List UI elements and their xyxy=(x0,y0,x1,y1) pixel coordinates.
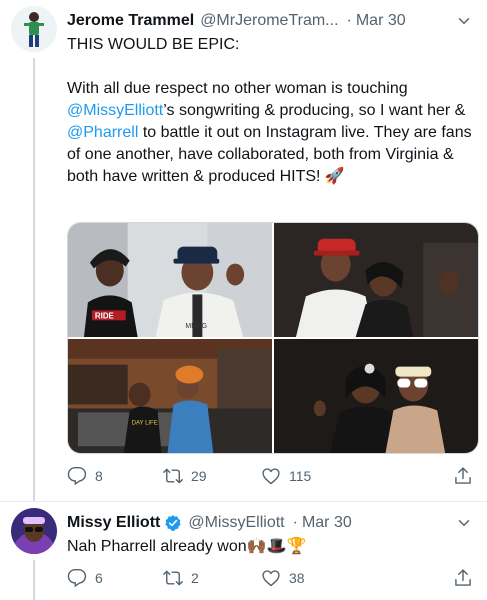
tweet-jerome-trammel[interactable]: Jerome Trammel @MrJeromeTram... · Mar 30… xyxy=(0,0,487,502)
photo-1-shirt-text-right: MMAG xyxy=(185,323,207,330)
tweet-actions: 6 2 38 xyxy=(67,566,475,590)
retweet-icon xyxy=(163,570,183,586)
photo-3-shirt-text: DAY LIFE xyxy=(132,420,158,426)
retweet-count: 2 xyxy=(191,570,199,586)
like-count: 115 xyxy=(289,468,312,484)
reply-count: 8 xyxy=(95,468,103,484)
like-icon xyxy=(262,570,280,587)
retweet-button[interactable]: 29 xyxy=(163,466,207,486)
timestamp[interactable]: Mar 30 xyxy=(356,12,406,30)
tweet-text: THIS WOULD BE EPIC: With all due respect… xyxy=(67,34,475,188)
tweet-line-1: THIS WOULD BE EPIC: xyxy=(67,36,240,53)
reply-icon xyxy=(67,568,87,588)
tweet-body-start: With all due respect no other woman is t… xyxy=(67,80,413,97)
retweet-count: 29 xyxy=(191,468,207,484)
avatar-jerome-trammel[interactable] xyxy=(11,6,57,52)
user-handle[interactable]: @MissyElliott xyxy=(188,514,284,532)
mention-pharrell[interactable]: @Pharrell xyxy=(67,124,138,141)
like-button[interactable]: 38 xyxy=(261,568,305,588)
like-icon xyxy=(262,468,280,485)
tweet-actions: 8 29 115 xyxy=(67,464,475,488)
tweet-header: Jerome Trammel @MrJeromeTram... · Mar 30 xyxy=(67,10,475,32)
display-name[interactable]: Missy Elliott xyxy=(67,514,160,532)
separator: · xyxy=(346,12,352,29)
verified-badge-icon xyxy=(165,515,182,531)
thread-line xyxy=(33,560,35,600)
like-button[interactable]: 115 xyxy=(261,466,311,486)
share-icon xyxy=(455,467,471,484)
mention-missy-elliott[interactable]: @MissyElliott xyxy=(67,102,163,119)
avatar-missy-elliott[interactable] xyxy=(11,508,57,554)
like-count: 38 xyxy=(289,570,305,586)
photo-2[interactable] xyxy=(274,223,478,337)
retweet-icon xyxy=(163,468,183,484)
display-name[interactable]: Jerome Trammel xyxy=(67,12,194,30)
tweet-body-mid: ’s songwriting & producing, so I want he… xyxy=(163,102,470,119)
reply-icon xyxy=(67,466,87,486)
tweet-header: Missy Elliott @MissyElliott · Mar 30 xyxy=(67,512,475,534)
reply-button[interactable]: 8 xyxy=(67,466,103,486)
share-button[interactable] xyxy=(453,568,481,588)
retweet-button[interactable]: 2 xyxy=(163,568,199,588)
thread-line xyxy=(33,58,35,502)
timestamp[interactable]: Mar 30 xyxy=(302,514,352,532)
reply-button[interactable]: 6 xyxy=(67,568,103,588)
chevron-down-icon[interactable] xyxy=(455,12,473,30)
share-icon xyxy=(455,569,471,586)
share-button[interactable] xyxy=(453,466,481,486)
user-handle[interactable]: @MrJeromeTram... xyxy=(200,12,338,30)
photo-1-shirt-text-left: RIDE xyxy=(95,311,114,320)
media-grid: RIDE MMAG DAY LIFE xyxy=(67,222,479,454)
chevron-down-icon[interactable] xyxy=(455,514,473,532)
separator: · xyxy=(292,514,298,531)
reply-count: 6 xyxy=(95,570,103,586)
tweet-text: Nah Pharrell already won🙌🏾🎩🏆 xyxy=(67,538,307,555)
photo-1[interactable]: RIDE MMAG xyxy=(68,223,272,337)
photo-3[interactable]: DAY LIFE xyxy=(68,339,272,453)
photo-4[interactable] xyxy=(274,339,478,453)
tweet-missy-elliott[interactable]: Missy Elliott @MissyElliott · Mar 30 Nah… xyxy=(0,502,487,600)
